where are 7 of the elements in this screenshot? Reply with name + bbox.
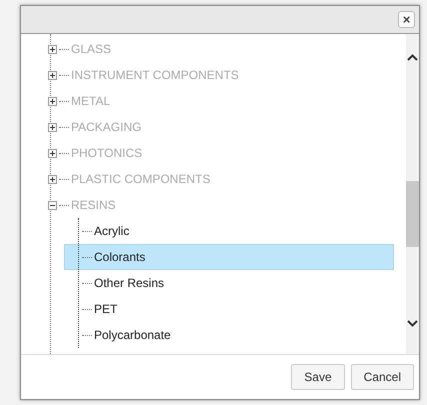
close-button[interactable]: × xyxy=(398,11,415,28)
scrollbar-thumb[interactable] xyxy=(406,181,419,247)
scrollbar[interactable] xyxy=(406,34,419,354)
chevron-down-icon[interactable] xyxy=(407,320,418,327)
cancel-button[interactable]: Cancel xyxy=(350,364,414,390)
save-button[interactable]: Save xyxy=(291,364,345,390)
chevron-up-icon[interactable] xyxy=(407,54,418,61)
